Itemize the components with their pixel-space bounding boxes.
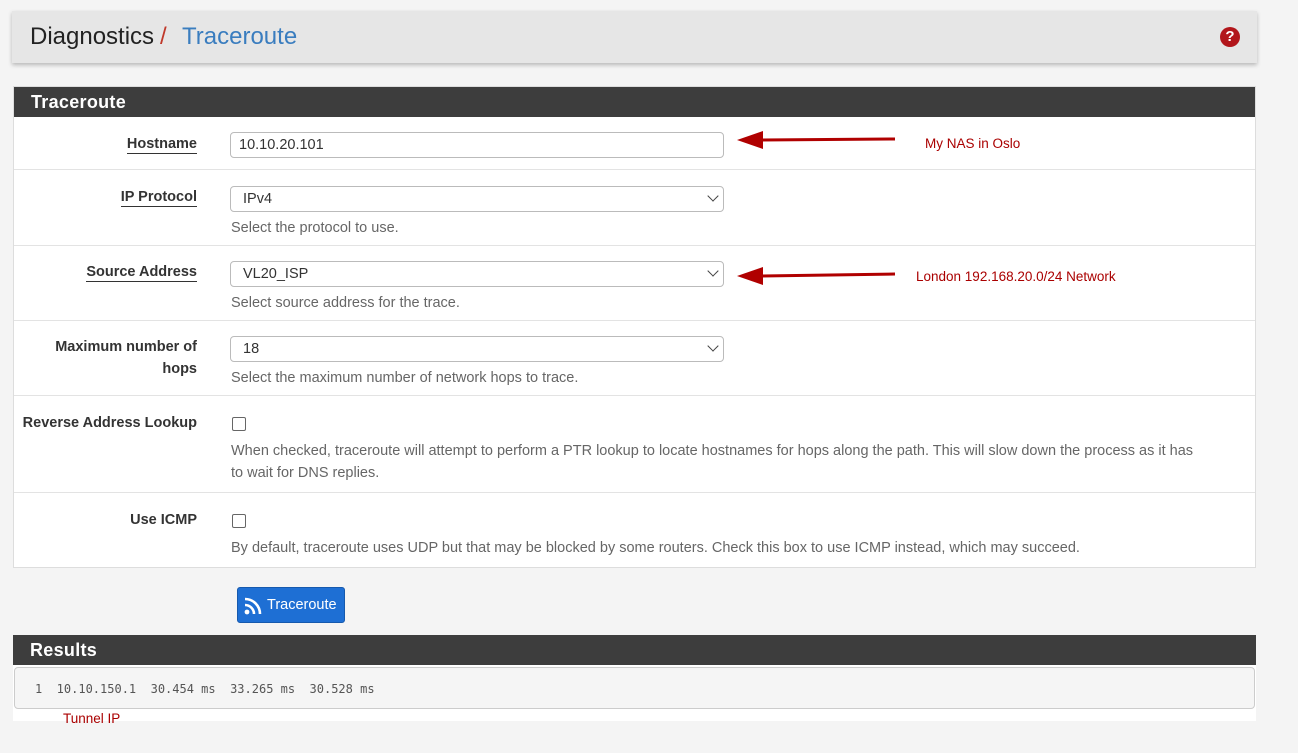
results-annotation: Tunnel IP (63, 711, 121, 726)
ip-protocol-help: Select the protocol to use. (231, 220, 399, 236)
ip-protocol-row: IP Protocol IPv4 Select the protocol to … (14, 170, 1255, 246)
use-icmp-help: By default, traceroute uses UDP but that… (231, 540, 1080, 556)
breadcrumb-traceroute[interactable]: Traceroute (182, 23, 297, 51)
results-panel: Results 1 10.10.150.1 30.454 ms 33.265 m… (13, 635, 1256, 721)
ip-protocol-select[interactable]: IPv4 (230, 186, 724, 212)
use-icmp-checkbox[interactable] (232, 514, 246, 528)
question-circle-icon[interactable]: ? (1220, 27, 1240, 47)
max-hops-value: 18 (243, 341, 260, 357)
traceroute-button-label: Traceroute (267, 597, 337, 613)
source-address-help: Select source address for the trace. (231, 295, 460, 311)
max-hops-label-line2: hops (162, 361, 197, 377)
hostname-row: Hostname 10.10.20.101 (14, 117, 1255, 170)
hostname-annotation-arrow (737, 131, 896, 149)
max-hops-help: Select the maximum number of network hop… (231, 370, 579, 386)
reverse-lookup-help-line2: to wait for DNS replies. (231, 465, 380, 481)
max-hops-label: Maximum number of hops (55, 336, 197, 380)
results-output: 1 10.10.150.1 30.454 ms 33.265 ms 30.528… (14, 667, 1255, 709)
source-address-value: VL20_ISP (243, 266, 309, 282)
chevron-down-icon (707, 340, 719, 352)
hostname-annotation: My NAS in Oslo (925, 136, 1021, 151)
use-icmp-label: Use ICMP (130, 512, 197, 528)
source-address-label: Source Address (86, 264, 197, 282)
results-title: Results (13, 635, 1256, 665)
traceroute-button[interactable]: Traceroute (237, 587, 345, 623)
breadcrumb-diagnostics[interactable]: Diagnostics (30, 23, 154, 51)
reverse-lookup-label: Reverse Address Lookup (22, 415, 197, 431)
max-hops-label-line1: Maximum number of (55, 339, 197, 355)
max-hops-row: Maximum number of hops 18 Select the max… (14, 321, 1255, 396)
hostname-label: Hostname (126, 136, 197, 154)
reverse-lookup-checkbox[interactable] (232, 417, 246, 431)
rss-icon (244, 597, 262, 615)
panel-title: Traceroute (14, 87, 1255, 117)
ip-protocol-label: IP Protocol (120, 189, 197, 207)
reverse-lookup-help-line1: When checked, traceroute will attempt to… (231, 443, 1194, 459)
source-annotation: London 192.168.20.0/24 Network (916, 269, 1116, 284)
chevron-down-icon (707, 190, 719, 202)
hostname-input[interactable]: 10.10.20.101 (230, 132, 724, 158)
source-address-select[interactable]: VL20_ISP (230, 261, 724, 287)
breadcrumb: Diagnostics / Traceroute ? (12, 11, 1257, 63)
source-annotation-arrow (737, 267, 896, 285)
breadcrumb-separator: / (160, 23, 167, 50)
reverse-lookup-help: When checked, traceroute will attempt to… (231, 440, 1251, 484)
traceroute-panel: Traceroute Hostname 10.10.20.101 IP Prot… (13, 86, 1256, 568)
reverse-lookup-row: Reverse Address Lookup When checked, tra… (14, 396, 1255, 493)
ip-protocol-value: IPv4 (243, 191, 273, 207)
max-hops-select[interactable]: 18 (230, 336, 724, 362)
use-icmp-row: Use ICMP By default, traceroute uses UDP… (14, 493, 1255, 568)
chevron-down-icon (707, 265, 719, 277)
